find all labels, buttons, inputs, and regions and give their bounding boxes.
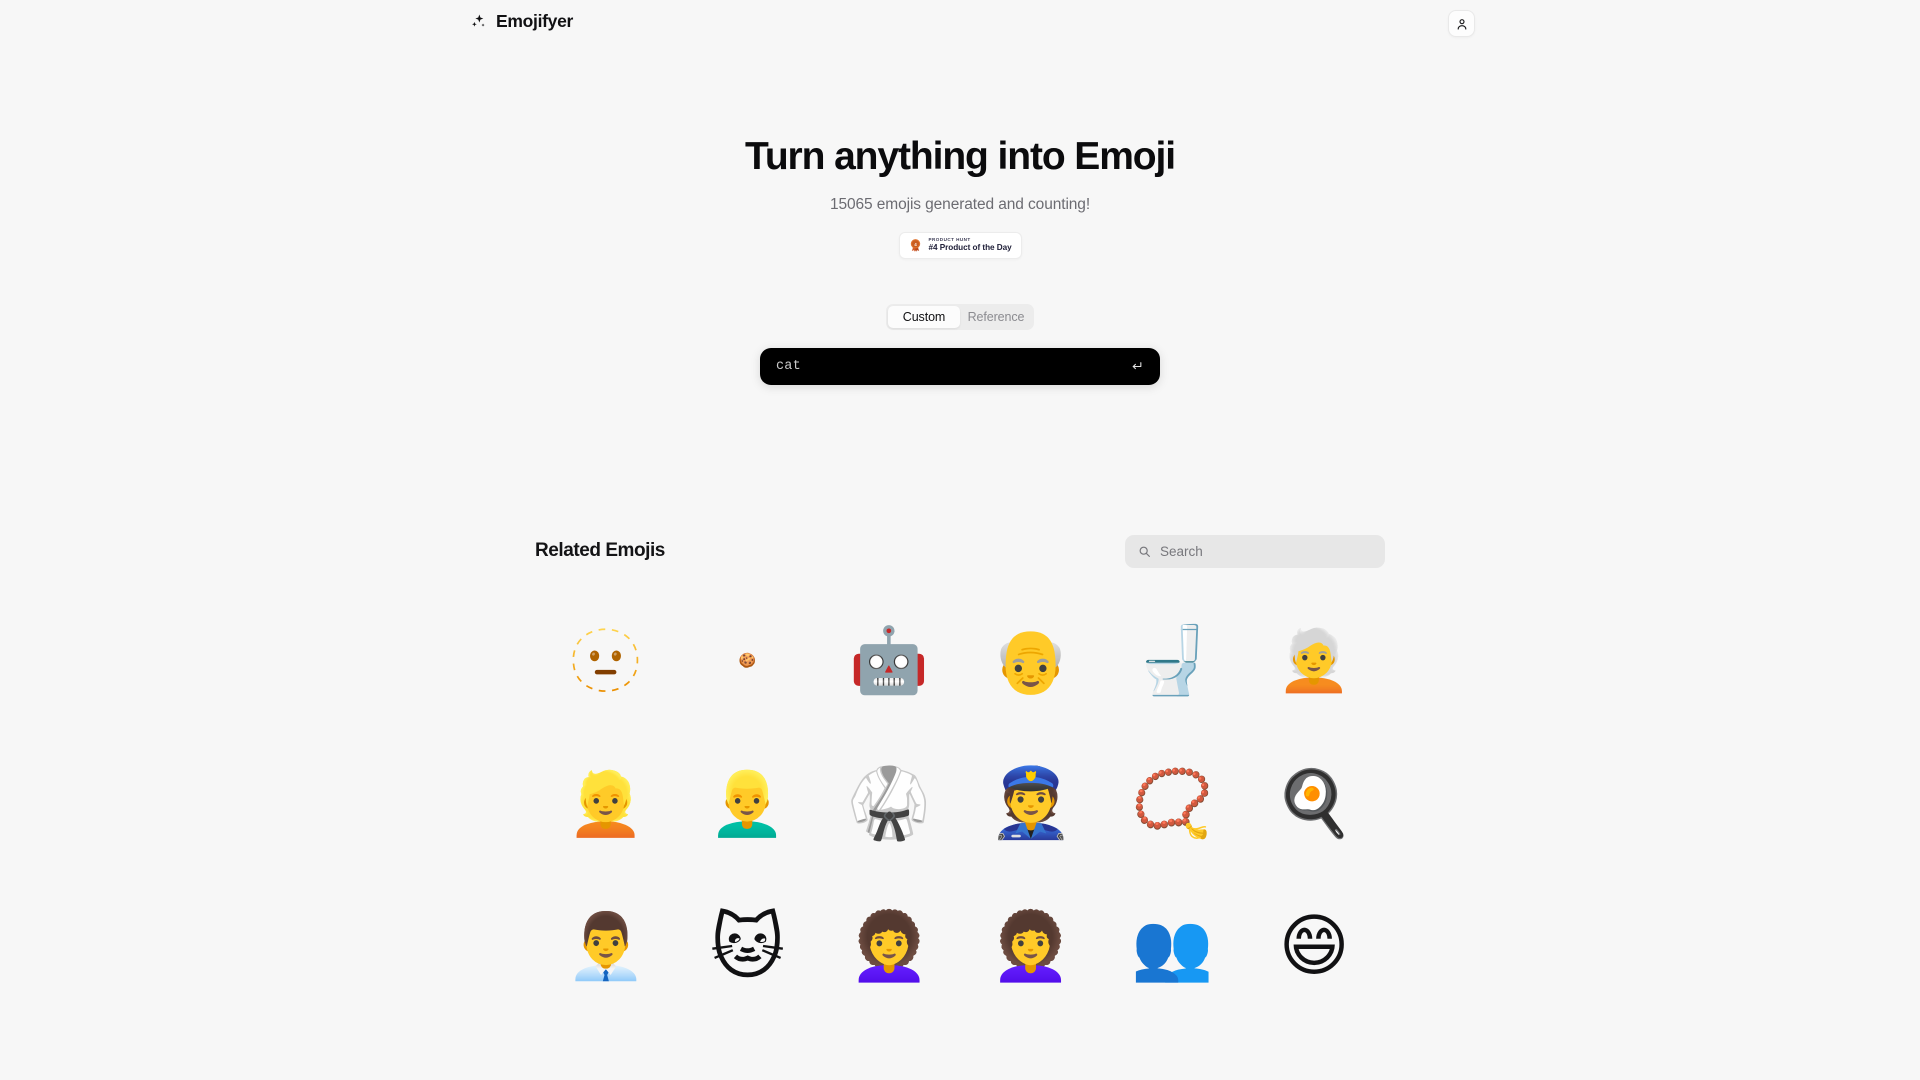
emoji-cell[interactable]: 🥋 [827, 733, 952, 876]
curly-blond-person: 👱‍♂️ [708, 767, 787, 841]
emoji-cell[interactable]: 👥 [1110, 876, 1235, 1019]
prompt-bar[interactable] [760, 347, 1160, 385]
product-hunt-medal-icon: 4 [910, 238, 920, 252]
egg-faces-chain: 🍳 [1274, 767, 1354, 842]
emoji-cell[interactable]: 🧑‍🦳 [1252, 590, 1377, 733]
product-hunt-badge[interactable]: 4 PRODUCT HUNT #4 Product of the Day [898, 231, 1022, 259]
search-icon [1139, 546, 1150, 557]
prompt-input[interactable] [776, 358, 1126, 374]
product-hunt-kicker: PRODUCT HUNT [928, 236, 971, 242]
tabby-cat-face: 🐱 [709, 905, 786, 990]
generated-count-text: 15065 emojis generated and counting! [829, 195, 1091, 213]
enter-return-icon [1132, 362, 1141, 370]
cookie-small: 🍪 [738, 653, 757, 670]
sparkles-icon [472, 14, 485, 27]
user-icon [1457, 18, 1466, 30]
related-header: Related Emojis [535, 534, 1385, 568]
account-button[interactable] [1448, 10, 1475, 37]
page-title: Turn anything into Emoji [744, 135, 1176, 178]
emoji-cell[interactable]: 📿 [1110, 733, 1235, 876]
person-on-toilet: 🚽 [1131, 622, 1214, 700]
tab-custom[interactable]: Custom [888, 305, 960, 328]
police-officer-blond: 👮 [988, 764, 1074, 844]
emoji-cell[interactable]: 🤖 [827, 590, 952, 733]
braided-hair-person-b: 👩‍🦱 [989, 908, 1072, 986]
emoji-cell[interactable]: 🫥 [543, 590, 668, 733]
smiley-faces-cluster: 😄 [1278, 907, 1350, 987]
blond-person-surprised: 🧑‍🦳 [1276, 626, 1352, 697]
top-bar: Emojifyer [0, 0, 1920, 55]
emoji-cell[interactable]: 👩‍🦱 [968, 876, 1093, 1019]
emoji-cell[interactable]: 👩‍🦱 [827, 876, 952, 1019]
emoji-grid: 🫥 🍪 🤖 👴 🚽 🧑‍🦳 👱 👱‍♂️ 🥋 👮 📿 🍳 👨‍💼 🐱 👩‍🦱 👩‍🦱 👥 😄 [535, 590, 1385, 1019]
prompt-submit-button[interactable] [1126, 356, 1146, 376]
hero-section: Turn anything into Emoji 15065 emojis ge… [0, 55, 1920, 259]
emoji-cell[interactable]: 👮 [968, 733, 1093, 876]
white-haired-person: 👱 [567, 767, 645, 841]
emoji-cell[interactable]: 🐱 [685, 876, 810, 1019]
emoji-cell[interactable]: 😄 [1252, 876, 1377, 1019]
emoji-search-field[interactable] [1125, 534, 1385, 568]
related-emojis-title: Related Emojis [535, 540, 665, 562]
older-person-white-hair: 👴 [992, 624, 1070, 698]
silver-metallic-face: 🫥 [567, 624, 645, 698]
man-in-suit: 👨‍💼 [565, 910, 646, 985]
braided-hair-person-a: 👩‍🦱 [848, 908, 931, 986]
beaded-necklace-face: 📿 [1131, 765, 1214, 843]
emoji-cell[interactable]: 👱‍♂️ [685, 733, 810, 876]
emoji-search-input[interactable] [1160, 543, 1372, 559]
robot-head: 🤖 [849, 624, 929, 699]
emoji-face-grid: 👥 [1131, 908, 1214, 986]
emoji-cell[interactable]: 👨‍💼 [543, 876, 668, 1019]
brand-logo[interactable]: Emojifyer [470, 11, 574, 31]
emoji-cell[interactable]: 🍳 [1252, 733, 1377, 876]
brand-name: Emojifyer [496, 11, 574, 31]
tab-reference[interactable]: Reference [960, 306, 1032, 328]
martial-artist-woman: 🥋 [846, 764, 932, 844]
product-hunt-rank: #4 Product of the Day [928, 243, 1012, 253]
mode-toggle-group: Custom Reference [886, 303, 1034, 330]
emoji-cell[interactable]: 🍪 [685, 590, 810, 733]
emoji-cell[interactable]: 👴 [968, 590, 1093, 733]
emoji-cell[interactable]: 👱 [543, 733, 668, 876]
related-emojis-section: Related Emojis 🫥 🍪 🤖 👴 🚽 🧑‍🦳 👱 👱‍♂️ 🥋 👮 📿 🍳 👨‍💼 🐱 👩‍🦱 👩… [535, 534, 1385, 1019]
emoji-cell[interactable]: 🚽 [1110, 590, 1235, 733]
